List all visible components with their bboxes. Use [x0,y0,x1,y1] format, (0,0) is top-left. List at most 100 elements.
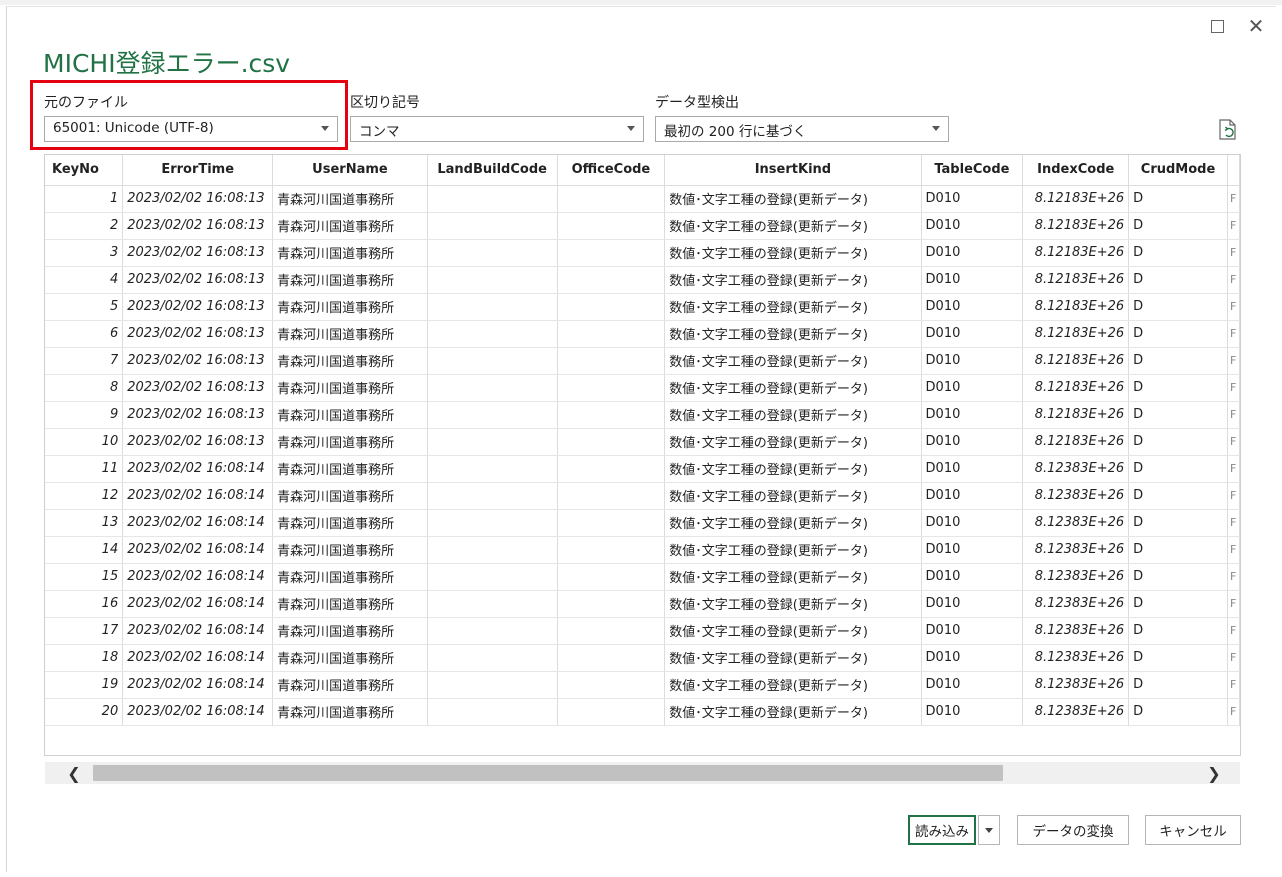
table-cell [427,590,558,618]
table-cell: 青森河川国道事務所 [272,563,428,591]
table-cell: 4 [45,266,124,294]
table-cell: D [1128,266,1228,294]
table-cell: 5 [45,293,124,321]
column-header[interactable]: CrudMode [1128,155,1228,186]
table-cell: D [1128,455,1228,483]
table-row: 1 2023/02/02 16:08:13 青森河川国道事務所 数値･文字工種の登録(… [45,185,1240,213]
table-cell-clipped: F [1227,482,1240,510]
table-cell: D [1128,644,1228,672]
scrollbar-thumb[interactable] [93,765,1003,781]
table-cell-clipped: F [1227,563,1240,591]
table-cell: 8.12183E+26 [1022,293,1130,321]
table-cell [557,644,666,672]
table-cell [557,671,666,699]
table-cell: 8.12383E+26 [1022,455,1130,483]
cancel-button[interactable]: キャンセル [1145,815,1241,845]
column-header[interactable]: OfficeCode [557,155,666,186]
chevron-down-icon [627,126,635,131]
table-cell [427,617,558,645]
file-origin-select[interactable]: 65001: Unicode (UTF-8) [44,116,338,142]
table-cell: 青森河川国道事務所 [272,698,428,726]
table-cell: 数値･文字工種の登録(更新データ) [664,455,922,483]
transform-data-button[interactable]: データの変換 [1017,815,1129,845]
scroll-left-icon[interactable]: ❮ [61,762,87,784]
table-cell: 青森河川国道事務所 [272,428,428,456]
scroll-right-icon[interactable]: ❯ [1201,762,1227,784]
table-cell [427,671,558,699]
table-cell [427,239,558,267]
table-cell: D010 [921,671,1024,699]
table-cell: 2023/02/02 16:08:13 [122,212,274,240]
table-row: 18 2023/02/02 16:08:14 青森河川国道事務所 数値･文字工種の登録… [45,644,1240,672]
table-cell: D010 [921,617,1024,645]
table-cell [557,482,666,510]
column-header[interactable]: IndexCode [1022,155,1130,186]
table-cell: 20 [45,698,124,726]
type-detection-select[interactable]: 最初の 200 行に基づく [655,116,949,142]
table-cell: 2023/02/02 16:08:14 [122,671,274,699]
table-cell: 8.12183E+26 [1022,320,1130,348]
table-cell-clipped: F [1227,239,1240,267]
table-cell: 8.12383E+26 [1022,644,1130,672]
table-cell: D010 [921,374,1024,402]
table-row: 11 2023/02/02 16:08:14 青森河川国道事務所 数値･文字工種の登録… [45,455,1240,483]
table-cell: 11 [45,455,124,483]
table-cell: 青森河川国道事務所 [272,347,428,375]
table-cell: 3 [45,239,124,267]
table-cell: 数値･文字工種の登録(更新データ) [664,509,922,537]
table-cell [427,347,558,375]
table-cell: 8.12383E+26 [1022,482,1130,510]
load-button[interactable]: 読み込み [908,815,976,845]
table-row: 6 2023/02/02 16:08:13 青森河川国道事務所 数値･文字工種の登録(… [45,320,1240,348]
table-cell: 青森河川国道事務所 [272,482,428,510]
table-cell: 12 [45,482,124,510]
table-header-row: KeyNo ErrorTime UserName LandBuildCode Offic… [45,155,1240,186]
table-cell: 青森河川国道事務所 [272,671,428,699]
document-refresh-icon[interactable] [1217,118,1239,142]
table-cell [557,590,666,618]
column-header[interactable]: LandBuildCode [427,155,558,186]
table-row: 10 2023/02/02 16:08:13 青森河川国道事務所 数値･文字工種の登録… [45,428,1240,456]
table-cell [557,374,666,402]
table-cell: 2023/02/02 16:08:13 [122,428,274,456]
load-dropdown-button[interactable] [978,815,1000,845]
table-cell: 2023/02/02 16:08:14 [122,617,274,645]
column-header[interactable]: KeyNo [45,155,124,186]
column-header[interactable]: TableCode [921,155,1024,186]
table-cell: 数値･文字工種の登録(更新データ) [664,347,922,375]
table-cell: 青森河川国道事務所 [272,590,428,618]
column-header[interactable]: UserName [272,155,428,186]
delimiter-select[interactable]: コンマ [350,116,644,142]
table-cell: 青森河川国道事務所 [272,185,428,213]
table-cell: 2023/02/02 16:08:14 [122,509,274,537]
maximize-icon[interactable] [1205,14,1229,38]
table-cell: 青森河川国道事務所 [272,374,428,402]
table-row: 17 2023/02/02 16:08:14 青森河川国道事務所 数値･文字工種の登録… [45,617,1240,645]
table-cell: D [1128,293,1228,321]
type-detection-value: 最初の 200 行に基づく [664,124,807,140]
column-header[interactable]: InsertKind [664,155,922,186]
table-cell: 17 [45,617,124,645]
table-cell: 8.12183E+26 [1022,401,1130,429]
table-cell: 青森河川国道事務所 [272,320,428,348]
table-cell: 数値･文字工種の登録(更新データ) [664,185,922,213]
table-cell [557,536,666,564]
column-header[interactable]: ErrorTime [122,155,274,186]
table-row: 16 2023/02/02 16:08:14 青森河川国道事務所 数値･文字工種の登録… [45,590,1240,618]
table-cell: 2023/02/02 16:08:14 [122,644,274,672]
table-cell: D010 [921,320,1024,348]
table-row: 4 2023/02/02 16:08:13 青森河川国道事務所 数値･文字工種の登録(… [45,266,1240,294]
table-cell-clipped: F [1227,347,1240,375]
table-cell-clipped: F [1227,455,1240,483]
table-cell-clipped: F [1227,293,1240,321]
table-cell [557,185,666,213]
table-cell: D [1128,428,1228,456]
horizontal-scrollbar[interactable]: ❮ ❯ [45,762,1240,784]
close-icon[interactable]: ✕ [1244,14,1268,38]
table-cell: 19 [45,671,124,699]
table-cell: 2023/02/02 16:08:13 [122,401,274,429]
table-cell [427,266,558,294]
table-cell: 2023/02/02 16:08:13 [122,320,274,348]
table-cell: 2023/02/02 16:08:13 [122,239,274,267]
table-cell-clipped: F [1227,644,1240,672]
